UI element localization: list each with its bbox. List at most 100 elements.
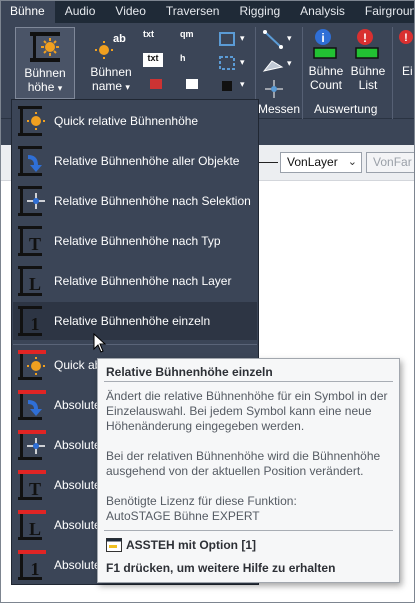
single-1-height-absolute-icon: 1	[18, 550, 46, 580]
list-alert-icon: !	[355, 29, 379, 59]
tooltip-license-1: Benötigte Lizenz für diese Funktion:	[106, 494, 297, 508]
stage-height-icon	[30, 32, 60, 62]
measure-line-icon[interactable]	[262, 29, 286, 51]
tooltip-license-2: AutoSTAGE Bühne EXPERT	[106, 509, 260, 523]
svg-text:1: 1	[31, 314, 40, 334]
menu-item-relative-all[interactable]: Relative Bühnenhöhe aller Objekte	[13, 142, 257, 180]
tooltip-title: Relative Bühnenhöhe einzeln	[106, 365, 273, 379]
buehnenname-button[interactable]: ab Bühnen name ▾	[82, 27, 140, 99]
tab-analysis[interactable]: Analysis	[290, 0, 355, 23]
menu-item-quick-relative[interactable]: Quick relative Bühnenhöhe	[13, 102, 257, 140]
menu-item-label: Absolute	[54, 398, 101, 412]
svg-text:!: !	[363, 31, 367, 45]
menu-item-label: Quick relative Bühnenhöhe	[54, 114, 199, 128]
chevron-down-icon[interactable]: ▾	[240, 33, 245, 44]
layer-l-height-icon: L	[18, 266, 42, 296]
measure-area-icon[interactable]	[262, 55, 286, 77]
small-txt-button-1[interactable]: txt	[143, 29, 169, 47]
small-h-button[interactable]: h	[180, 53, 206, 69]
menu-item-label: Relative Bühnenhöhe aller Objekte	[54, 154, 240, 168]
stage-name-icon: ab	[95, 33, 126, 59]
type-t-height-absolute-icon: T	[18, 470, 46, 500]
buehnenname-label-2: name ▾	[92, 79, 130, 93]
menu-item-label: Absolute	[54, 438, 101, 452]
ribbon-tab-bar: Bühne Audio Video Traversen Rigging Anal…	[0, 0, 415, 23]
mouse-cursor-icon	[93, 333, 107, 353]
type-t-height-icon: T	[18, 226, 42, 256]
group-label-messen: Messen	[258, 102, 301, 116]
small-dot-button-2[interactable]	[186, 79, 198, 89]
menu-item-label: Relative Bühnenhöhe nach Layer	[54, 274, 232, 288]
menu-item-label: Relative Bühnenhöhe nach Selektion	[54, 194, 251, 208]
sun-height-icon	[18, 106, 45, 136]
small-qm-button[interactable]: qm	[180, 29, 206, 47]
menu-item-relative-type[interactable]: T Relative Bühnenhöhe nach Typ	[13, 222, 257, 260]
arrow-height-absolute-icon	[18, 390, 46, 420]
svg-text:T: T	[29, 234, 41, 254]
layer-combo-2-value: VonFar	[373, 155, 412, 169]
tab-rigging[interactable]: Rigging	[229, 0, 290, 23]
menu-item-relative-layer[interactable]: L Relative Bühnenhöhe nach Layer	[13, 262, 257, 300]
arrow-height-icon	[18, 146, 42, 176]
layer-combo[interactable]: VonLayer ⌄	[280, 152, 362, 173]
svg-text:1: 1	[31, 559, 40, 579]
menu-item-label: Absolute	[54, 558, 101, 572]
color-swatch-line	[258, 162, 278, 163]
tab-traversen[interactable]: Traversen	[156, 0, 230, 23]
group-label-auswertung: Auswertung	[314, 102, 378, 116]
tooltip-separator	[104, 530, 393, 531]
buehnenhoehe-label-2: höhe ▾	[27, 80, 63, 94]
measure-point-icon[interactable]	[262, 78, 286, 100]
cutoff-button[interactable]: ! Ei	[396, 27, 415, 97]
buehne-count-button[interactable]: i Bühne Count	[306, 27, 346, 97]
small-dot-button[interactable]	[150, 79, 162, 89]
frame-tool-icon-3[interactable]	[218, 77, 238, 95]
layer-l-height-absolute-icon: L	[18, 510, 46, 540]
svg-text:ab: ab	[113, 33, 126, 45]
menu-item-label: Relative Bühnenhöhe einzeln	[54, 314, 211, 328]
svg-text:L: L	[29, 519, 41, 539]
tab-video[interactable]: Video	[105, 0, 155, 23]
sun-height-absolute-icon	[18, 350, 46, 380]
list-label-2: List	[358, 78, 378, 92]
chevron-down-icon[interactable]: ▾	[240, 79, 245, 90]
tooltip-desc-2: Einzelauswahl. Bei jedem Symbol kann ein…	[106, 404, 372, 418]
chevron-down-icon[interactable]: ▾	[287, 58, 292, 69]
menu-item-label: Relative Bühnenhöhe nach Typ	[54, 234, 221, 248]
chevron-down-icon: ▾	[125, 82, 130, 92]
menu-item-relative-selection[interactable]: Relative Bühnenhöhe nach Selektion	[13, 182, 257, 220]
svg-text:!: !	[404, 32, 408, 44]
frame-tool-icon-2[interactable]	[218, 55, 238, 73]
small-txt-button-2[interactable]: txt	[143, 53, 163, 67]
svg-text:T: T	[29, 479, 41, 499]
buehnenhoehe-button[interactable]: Bühnen höhe ▾	[15, 27, 75, 99]
tab-fairground[interactable]: Fairground	[355, 0, 415, 23]
svg-text:i: i	[321, 31, 324, 45]
chevron-down-icon: ▾	[57, 83, 63, 93]
buehne-list-button[interactable]: ! Bühne List	[348, 27, 388, 97]
tab-audio[interactable]: Audio	[55, 0, 106, 23]
command-tooltip: Relative Bühnenhöhe einzeln Ändert die r…	[97, 358, 400, 583]
count-info-icon: i	[313, 29, 337, 59]
layer-combo-2[interactable]: VonFar	[366, 152, 415, 173]
layer-combo-value: VonLayer	[287, 155, 338, 169]
count-label-2: Count	[309, 78, 343, 92]
tooltip-separator	[104, 381, 393, 382]
buehnenhoehe-label-1: Bühnen	[24, 66, 66, 80]
command-line-icon	[106, 538, 122, 552]
menu-item-relative-single[interactable]: 1 Relative Bühnenhöhe einzeln	[13, 302, 257, 340]
cutoff-alert-icon: !	[399, 30, 413, 44]
ribbon-separator	[392, 27, 393, 119]
menu-item-label: Absolute	[54, 478, 101, 492]
cutoff-label: Ei	[402, 64, 413, 78]
chevron-down-icon[interactable]: ▾	[287, 33, 292, 44]
chevron-down-icon: ⌄	[347, 156, 357, 168]
tab-buehne[interactable]: Bühne	[0, 0, 55, 23]
frame-tool-icon-1[interactable]	[218, 31, 238, 49]
tooltip-help: F1 drücken, um weitere Hilfe zu erhalten	[106, 561, 336, 575]
chevron-down-icon[interactable]: ▾	[240, 57, 245, 68]
list-label-1: Bühne	[350, 64, 386, 78]
tooltip-note-1: Bei der relativen Bühnenhöhe wird die Bü…	[106, 449, 381, 463]
tooltip-note-2: ausgehend von der aktuellen Position ver…	[106, 464, 364, 478]
tooltip-desc-3: Höhenänderung eingegeben werden.	[106, 419, 305, 433]
